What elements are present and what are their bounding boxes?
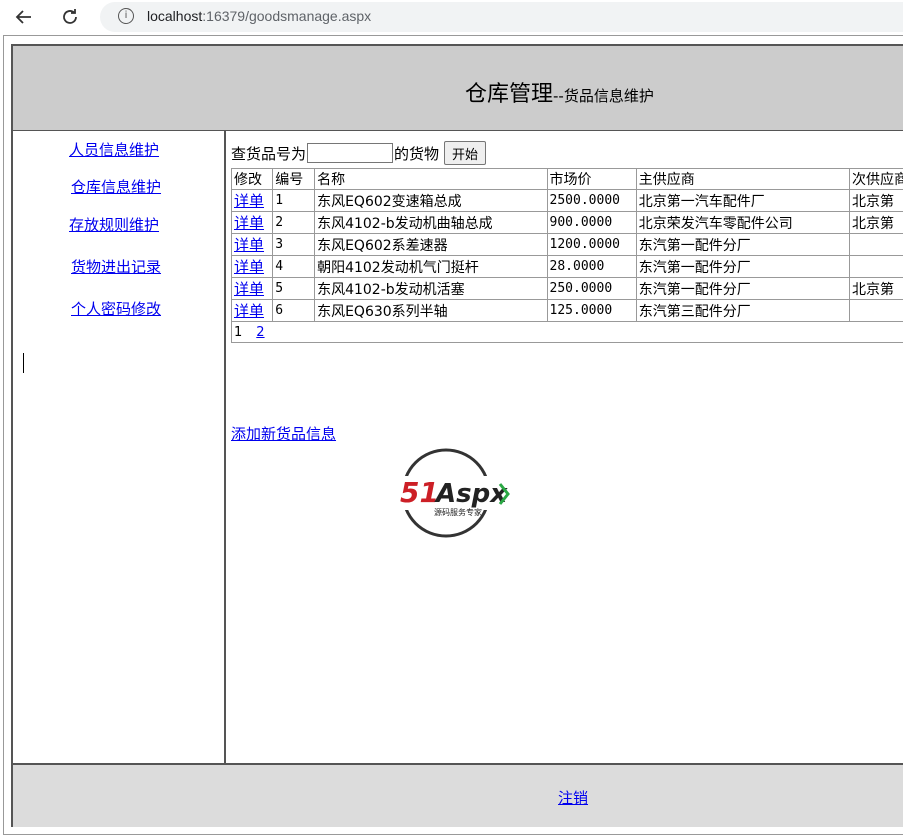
cell-name: 东风EQ602系差速器 (315, 234, 547, 256)
sidebar-item-password[interactable]: 个人密码修改 (71, 298, 161, 319)
cell-id: 4 (273, 256, 315, 278)
cell-name: 朝阳4102发动机气门挺杆 (315, 256, 547, 278)
table-row: 详单 3 东风EQ602系差速器 1200.0000 东汽第一配件分厂 (232, 234, 903, 256)
detail-link[interactable]: 详单 (234, 192, 264, 210)
goods-id-input[interactable] (307, 143, 393, 163)
cell-main-supplier: 北京荣发汽车零配件公司 (636, 212, 849, 234)
footer: 注销 (13, 763, 903, 827)
detail-link[interactable]: 详单 (234, 258, 264, 276)
column-header: 次供应商 (849, 169, 903, 190)
cell-main-supplier: 东汽第一配件分厂 (636, 256, 849, 278)
column-header: 名称 (315, 169, 547, 190)
title-sub: --货品信息维护 (553, 87, 654, 105)
cell-price: 125.0000 (547, 300, 636, 322)
column-header: 主供应商 (636, 169, 849, 190)
cell-second-supplier: 北京第 (849, 278, 903, 300)
cell-name: 东风4102-b发动机曲轴总成 (315, 212, 547, 234)
add-goods-link[interactable]: 添加新货品信息 (231, 423, 336, 444)
cell-price: 1200.0000 (547, 234, 636, 256)
sidebar-item-storage-rules[interactable]: 存放规则维护 (69, 214, 159, 235)
cell-id: 2 (273, 212, 315, 234)
cell-price: 900.0000 (547, 212, 636, 234)
cell-second-supplier (849, 234, 903, 256)
pager-row: 12 (232, 322, 903, 343)
cell-id: 5 (273, 278, 315, 300)
cell-main-supplier: 东汽第三配件分厂 (636, 300, 849, 322)
goods-table: 修改 编号 名称 市场价 主供应商 次供应商 详单 1 东风EQ602变速箱总成… (231, 168, 903, 343)
logo-graphic: 51 Aspx 源码服务专家 (388, 446, 518, 540)
detail-link[interactable]: 详单 (234, 236, 264, 254)
cell-name: 东风4102-b发动机活塞 (315, 278, 547, 300)
logo-text-sub: 源码服务专家 (434, 507, 482, 517)
pager-next-link[interactable]: 2 (256, 325, 264, 340)
logo-text-aspx: Aspx (434, 479, 508, 509)
cell-price: 2500.0000 (547, 190, 636, 212)
cell-name: 东风EQ602变速箱总成 (315, 190, 547, 212)
table-row: 详单 2 东风4102-b发动机曲轴总成 900.0000 北京荣发汽车零配件公… (232, 212, 903, 234)
logo-text-51: 51 (400, 476, 439, 509)
table-row: 详单 5 东风4102-b发动机活塞 250.0000 东汽第一配件分厂 北京第 (232, 278, 903, 300)
logo: 51 Aspx 源码服务专家 (388, 446, 518, 540)
back-arrow-icon[interactable] (10, 4, 38, 30)
column-header: 编号 (273, 169, 315, 190)
cell-price: 250.0000 (547, 278, 636, 300)
info-icon[interactable]: i (118, 8, 134, 24)
table-row: 详单 1 东风EQ602变速箱总成 2500.0000 北京第一汽车配件厂 北京… (232, 190, 903, 212)
sidebar-item-warehouse[interactable]: 仓库信息维护 (71, 176, 161, 197)
reload-icon[interactable] (56, 4, 84, 30)
search-prefix-label: 查货品号为 (231, 143, 306, 164)
detail-link[interactable]: 详单 (234, 214, 264, 232)
cell-second-supplier: 北京第 (849, 190, 903, 212)
layout-table: 仓库管理--货品信息维护 人员信息维护 仓库信息维护 存放规则维护 货物进出记录… (11, 44, 903, 827)
table-header-row: 修改 编号 名称 市场价 主供应商 次供应商 (232, 169, 903, 190)
browser-toolbar: i localhost:16379/goodsmanage.aspx (0, 0, 903, 34)
pager-current: 1 (234, 325, 242, 340)
detail-link[interactable]: 详单 (234, 280, 264, 298)
table-row: 详单 4 朝阳4102发动机气门挺杆 28.0000 东汽第一配件分厂 (232, 256, 903, 278)
text-caret (23, 353, 24, 373)
table-row: 详单 6 东风EQ630系列半轴 125.0000 东汽第三配件分厂 (232, 300, 903, 322)
cell-second-supplier (849, 256, 903, 278)
title-main: 仓库管理 (465, 82, 553, 107)
header: 仓库管理--货品信息维护 (13, 46, 903, 131)
main-content: 查货品号为 的货物 开始 修改 编号 名称 市场价 主供应商 (226, 131, 903, 763)
cell-main-supplier: 东汽第一配件分厂 (636, 278, 849, 300)
cell-main-supplier: 北京第一汽车配件厂 (636, 190, 849, 212)
start-search-button[interactable]: 开始 (444, 141, 486, 165)
cell-second-supplier (849, 300, 903, 322)
sidebar-item-staff[interactable]: 人员信息维护 (69, 139, 159, 160)
sidebar: 人员信息维护 仓库信息维护 存放规则维护 货物进出记录 个人密码修改 (13, 131, 226, 763)
page-title: 仓库管理--货品信息维护 (465, 76, 654, 108)
detail-link[interactable]: 详单 (234, 302, 264, 320)
logout-link[interactable]: 注销 (558, 787, 588, 808)
sidebar-item-goods-records[interactable]: 货物进出记录 (71, 256, 161, 277)
cell-second-supplier: 北京第 (849, 212, 903, 234)
cell-name: 东风EQ630系列半轴 (315, 300, 547, 322)
cell-main-supplier: 东汽第一配件分厂 (636, 234, 849, 256)
cell-price: 28.0000 (547, 256, 636, 278)
url-text[interactable]: localhost:16379/goodsmanage.aspx (147, 8, 371, 24)
cell-id: 3 (273, 234, 315, 256)
cell-id: 6 (273, 300, 315, 322)
column-header: 修改 (232, 169, 273, 190)
cell-id: 1 (273, 190, 315, 212)
search-row: 查货品号为 的货物 开始 (231, 141, 486, 165)
search-suffix-label: 的货物 (394, 143, 439, 164)
column-header: 市场价 (547, 169, 636, 190)
